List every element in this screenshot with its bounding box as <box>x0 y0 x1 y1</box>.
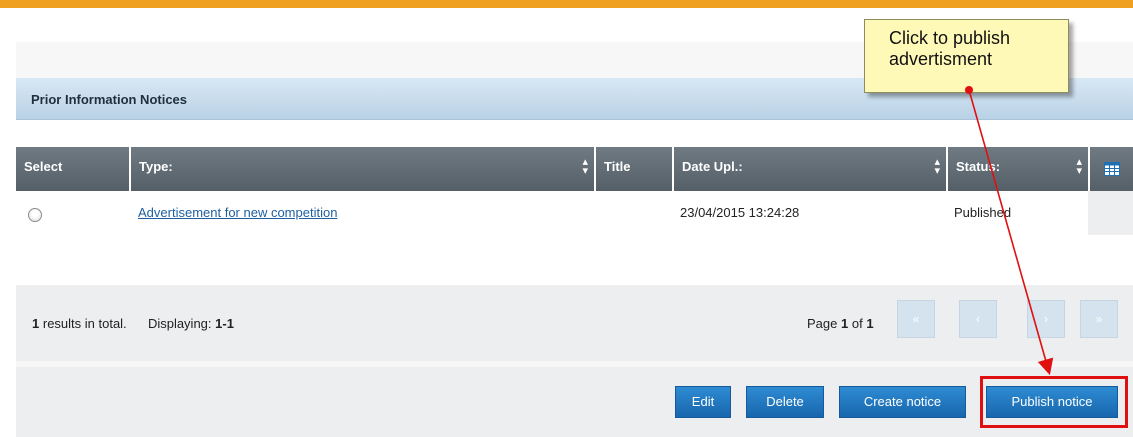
annotation-arrow <box>965 86 1054 376</box>
arrow-line <box>968 89 1054 376</box>
